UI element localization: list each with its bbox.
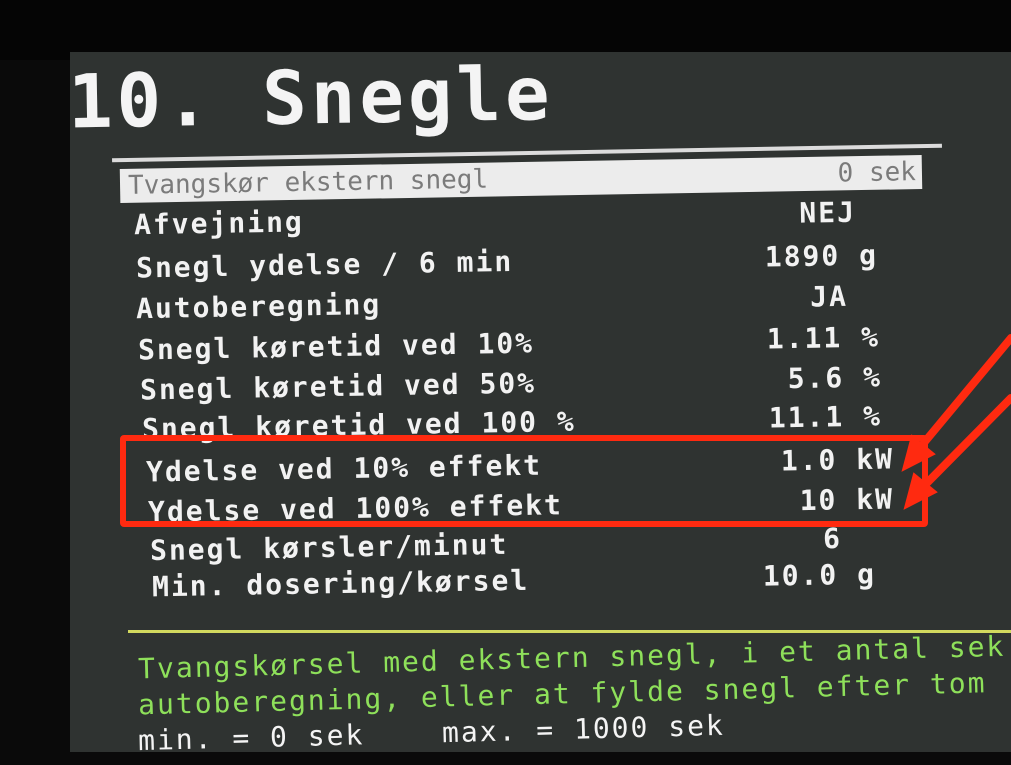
help-max: max. = 1000 sek xyxy=(441,708,726,750)
annotation-arrow-icon xyxy=(916,394,1011,494)
help-min: min. = 0 sek xyxy=(137,718,365,758)
annotation-arrow-icon xyxy=(914,334,1011,454)
